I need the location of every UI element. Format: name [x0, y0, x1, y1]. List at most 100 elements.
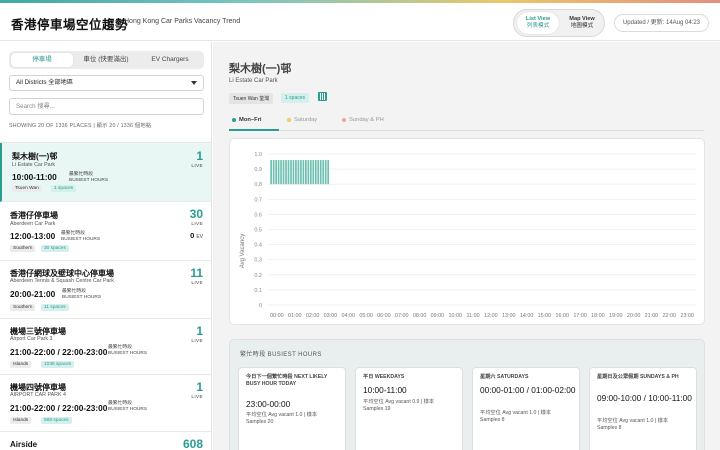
list-item[interactable]: Airside 608 — [0, 432, 211, 450]
ev-count: 0 EV — [190, 231, 203, 240]
sidebar-tabs: 停車場 車位 (快要滿出) EV Chargers — [9, 51, 204, 69]
x-tick-label: 03:00 — [324, 313, 338, 319]
tab-vacancy[interactable]: 車位 (快要滿出) — [75, 53, 137, 67]
tab-underline — [229, 129, 704, 131]
live-count: 1 — [196, 324, 203, 338]
item-busy-label: 最繁忙時段 BUSIEST HOURS — [108, 345, 148, 356]
y-tick-labels: 0 0.1 0.2 0.3 0.4 0.5 0.6 0.7 0.8 0.9 1.0 — [254, 152, 262, 309]
chart-bar — [280, 160, 282, 185]
busiest-hours-title: 繁忙時段 BUSIEST HOURS — [240, 352, 322, 358]
live-count: 11 — [190, 266, 203, 280]
x-tick-labels: 00:00 01:00 02:00 03:00 04:00 05:00 06:00 07:00… — [270, 313, 694, 319]
district-tag: Islands — [10, 417, 32, 424]
car-park-list: 梨木樹(一)邨 Li Estate Car Park 10:00-11:00 最… — [0, 142, 211, 450]
x-tick-label: 22:00 — [663, 313, 677, 319]
district-tag: Southern — [10, 304, 36, 311]
x-tick-label: 20:00 — [627, 313, 641, 319]
tab-sunday-ph[interactable]: Sunday & PH — [339, 111, 384, 129]
chart-bar — [305, 160, 307, 185]
chart-bar — [297, 160, 300, 185]
item-name-zh: Airside — [10, 440, 38, 449]
updated-badge: Updated / 更新: 14Aug 04:23 — [614, 14, 709, 32]
x-tick-label: 17:00 — [573, 313, 587, 319]
busiest-hours-card: 繁忙時段 BUSIEST HOURS 今日下一個繁忙時段 NEXT LIKELY… — [229, 339, 705, 450]
district-tag: Tsuen Wan 荃灣 — [229, 93, 274, 104]
x-tick-label: 12:00 — [484, 313, 498, 319]
search-input[interactable] — [9, 98, 204, 115]
y-tick-label: 0.4 — [254, 243, 262, 249]
chart-bar — [290, 160, 292, 185]
item-name-en: Li Estate Car Park — [12, 162, 55, 168]
detail-panel: 梨木樹(一)邨 Li Estate Car Park Tsuen Wan 荃灣 … — [213, 42, 720, 450]
item-busy-label: 最繁忙時段 BUSIEST HOURS — [62, 289, 102, 300]
y-tick-label: 0.3 — [254, 258, 262, 264]
chart-bar — [309, 160, 312, 185]
list-item[interactable]: 梨木樹(一)邨 Li Estate Car Park 10:00-11:00 最… — [0, 143, 211, 202]
x-tick-label: 06:00 — [377, 313, 391, 319]
item-name-en: Airport Car Park 3 — [10, 336, 53, 342]
chart-bar — [319, 160, 322, 185]
dot-icon — [342, 118, 346, 122]
app-header: 香港停車場空位趨勢 Hong Kong Car Parks Vacancy Tr… — [0, 3, 720, 41]
tab-saturday[interactable]: Saturday — [284, 111, 317, 129]
sidebar: 停車場 車位 (快要滿出) EV Chargers All Districts … — [0, 42, 212, 450]
x-tick-label: 15:00 — [538, 313, 552, 319]
district-select[interactable]: All Districts 全部地區 — [9, 75, 204, 91]
item-busy-label: 最繁忙時段 BUSIEST HOURS — [69, 172, 109, 183]
district-tag: Tsuen Wan — [12, 185, 42, 192]
live-label: LIVE — [191, 395, 203, 400]
chart-bar — [317, 160, 320, 185]
x-tick-label: 05:00 — [359, 313, 373, 319]
live-count: 608 — [182, 437, 203, 450]
district-tag: Southern — [10, 245, 36, 252]
y-tick-label: 0.9 — [254, 167, 262, 173]
spaces-tag: 11 spaces — [41, 304, 69, 311]
x-tick-label: 19:00 — [609, 313, 623, 319]
chart-bar — [302, 160, 305, 185]
y-tick-label: 0 — [259, 303, 262, 309]
map-view-button[interactable]: Map View 地圖模式 — [561, 12, 603, 34]
list-view-button[interactable]: List View 列表模式 — [517, 12, 559, 34]
x-tick-label: 21:00 — [645, 313, 659, 319]
dot-icon — [232, 118, 236, 122]
x-tick-label: 14:00 — [520, 313, 534, 319]
x-tick-label: 01:00 — [288, 313, 302, 319]
list-item[interactable]: 香港仔網球及壁球中心停車場 Aberdeen Tennis & Squash C… — [0, 261, 211, 319]
live-count: 30 — [189, 207, 203, 221]
item-busy-time: 10:00-11:00 — [12, 172, 57, 182]
live-label: LIVE — [191, 281, 203, 286]
district-tag: Islands — [10, 361, 32, 368]
y-tick-label: 0.7 — [254, 197, 262, 203]
tab-car-parks[interactable]: 停車場 — [11, 53, 73, 67]
spaces-tag: 1 spaces — [51, 185, 77, 192]
tab-ev-chargers[interactable]: EV Chargers — [139, 53, 201, 67]
item-name-en: Aberdeen Tennis & Squash Centre Car Park — [10, 278, 114, 284]
live-count: 1 — [196, 149, 203, 163]
busy-card-weekdays: 平日 WEEKDAYS 10:00-11:00 平均空位 Avg vacant … — [355, 367, 463, 450]
list-item[interactable]: 機場三號停車場 Airport Car Park 3 21:00-22:00 /… — [0, 319, 211, 375]
chart-bar — [275, 160, 277, 185]
chevron-down-icon — [191, 81, 197, 85]
chart-grid — [268, 153, 696, 306]
item-name-zh: 梨木樹(一)邨 — [12, 152, 58, 161]
chart-bar — [277, 160, 280, 185]
vacancy-chart: 0 0.1 0.2 0.3 0.4 0.5 0.6 0.7 0.8 0.9 1.0 00:00 01:… — [240, 152, 696, 319]
x-tick-label: 07:00 — [395, 313, 409, 319]
item-busy-time: 21:00-22:00 / 22:00-23:00 — [10, 403, 108, 413]
showing-count: SHOWING 20 OF 1336 PLACES | 顯示 20 / 1336… — [9, 123, 152, 129]
day-tabs: Mon–Fri Saturday Sunday & PH — [229, 111, 414, 129]
qr-icon[interactable] — [318, 92, 327, 101]
tab-mon-fri[interactable]: Mon–Fri — [229, 111, 262, 129]
chart-bar — [285, 160, 287, 185]
vacancy-chart-card: 0 0.1 0.2 0.3 0.4 0.5 0.6 0.7 0.8 0.9 1.0 00:00 01:… — [229, 138, 705, 325]
list-item[interactable]: 香港仔停車場 Aberdeen Car Park 12:00-13:00 最繁忙… — [0, 202, 211, 261]
x-tick-label: 09:00 — [431, 313, 445, 319]
chart-bar — [327, 160, 330, 185]
live-label: LIVE — [191, 222, 203, 227]
item-busy-time: 21:00-22:00 / 22:00-23:00 — [10, 347, 108, 357]
chart-bar — [312, 160, 315, 185]
app-title: 香港停車場空位趨勢 — [11, 18, 129, 32]
y-tick-label: 0.2 — [254, 273, 262, 279]
x-tick-label: 16:00 — [556, 313, 570, 319]
list-item[interactable]: 機場四號停車場 AIRPORT CAR PARK 4 21:00-22:00 /… — [0, 375, 211, 432]
